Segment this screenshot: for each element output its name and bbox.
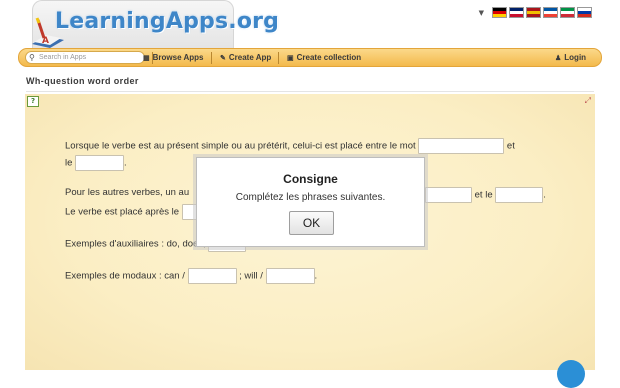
search-placeholder: Search in Apps xyxy=(39,54,87,61)
sentence-text: et xyxy=(506,140,515,152)
logo-text: LearningApps.org xyxy=(55,9,280,34)
search-icon: ⚲ xyxy=(29,53,35,62)
sentence-text: . xyxy=(314,270,318,282)
sentence-line: Pour les autres verbes, un au xyxy=(65,187,189,198)
sentence-text: Exemples de modaux : can / xyxy=(65,270,185,282)
browse-apps-link[interactable]: ▦ Browse Apps xyxy=(143,53,203,62)
page-title: Wh-question word order xyxy=(26,76,139,86)
language-selector[interactable]: ▼ xyxy=(479,7,592,18)
sentence-text: Lorsque le verbe est au présent simple o… xyxy=(65,140,416,152)
answer-gap[interactable] xyxy=(418,138,505,154)
login-link[interactable]: ♟ Login xyxy=(555,53,586,62)
grid-icon: ▦ xyxy=(143,55,150,62)
ru-flag-icon[interactable] xyxy=(577,7,592,18)
fullscreen-icon[interactable]: ⤢ xyxy=(585,96,591,106)
sentence-text: ; will / xyxy=(239,270,263,282)
gb-flag-icon[interactable] xyxy=(509,7,524,18)
sentence-text: . xyxy=(543,189,546,201)
browse-apps-label: Browse Apps xyxy=(152,53,204,62)
dialog-title: Consigne xyxy=(283,172,338,186)
it-flag-icon[interactable] xyxy=(560,7,575,18)
sentence-line: Lorsque le verbe est au présent simple o… xyxy=(65,138,515,154)
dialog-message: Complétez les phrases suivantes. xyxy=(235,192,386,203)
sentence-text: le xyxy=(65,157,73,169)
collection-icon: ▣ xyxy=(287,55,294,62)
sentence-line: et le . xyxy=(425,187,546,203)
title-divider xyxy=(26,91,594,92)
ok-button[interactable]: OK xyxy=(289,211,334,235)
create-collection-link[interactable]: ▣ Create collection xyxy=(287,53,361,62)
sentence-text: Le verbe est placé après le xyxy=(65,206,180,218)
nav-divider xyxy=(278,52,279,64)
sentence-text: Exemples d'auxiliaires : do, does, xyxy=(65,238,206,250)
flag-list xyxy=(492,7,592,18)
chevron-down-icon[interactable]: ▼ xyxy=(479,9,484,17)
floating-action-button[interactable] xyxy=(557,360,585,388)
pencil-icon: ✎ xyxy=(220,55,226,62)
answer-gap[interactable] xyxy=(495,187,544,203)
es-flag-icon[interactable] xyxy=(526,7,541,18)
help-icon[interactable]: ? xyxy=(27,96,39,107)
login-label: Login xyxy=(564,53,587,62)
site-logo[interactable]: A LearningApps.org xyxy=(22,0,279,50)
fr-flag-icon[interactable] xyxy=(543,7,558,18)
answer-gap[interactable] xyxy=(425,187,472,203)
nav-divider xyxy=(211,52,212,64)
answer-gap[interactable] xyxy=(187,268,237,284)
main-navbar: ⚲ Search in Apps ▦ Browse Apps ✎ Create Ap… xyxy=(18,48,602,67)
instruction-dialog: Consigne Complétez les phrases suivantes… xyxy=(196,157,425,247)
answer-gap[interactable] xyxy=(75,155,125,171)
de-flag-icon[interactable] xyxy=(492,7,507,18)
sentence-line: Exemples de modaux : can / ; will / . xyxy=(65,268,317,284)
search-input[interactable]: ⚲ Search in Apps xyxy=(25,51,145,64)
sentence-text: Pour les autres verbes, un au xyxy=(65,187,190,198)
svg-text:A: A xyxy=(42,36,49,46)
create-app-link[interactable]: ✎ Create App xyxy=(220,53,271,62)
create-app-label: Create App xyxy=(228,53,272,62)
sentence-text: et le xyxy=(474,189,493,201)
sentence-text: . xyxy=(124,157,127,169)
user-icon: ♟ xyxy=(555,55,562,62)
sentence-line: le . xyxy=(65,155,127,171)
create-collection-label: Create collection xyxy=(296,53,362,62)
answer-gap[interactable] xyxy=(265,268,315,284)
